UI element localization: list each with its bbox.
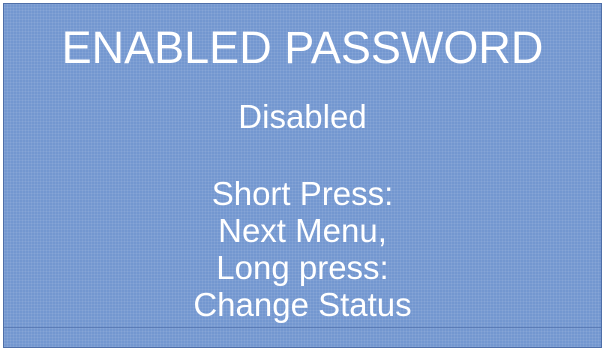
instruction-long-press-action: Change Status: [193, 286, 412, 323]
instruction-short-press-action: Next Menu,: [218, 212, 387, 249]
instruction-short-press-label: Short Press:: [211, 175, 394, 212]
menu-title: ENABLED PASSWORD: [61, 22, 544, 73]
menu-screen: ENABLED PASSWORD Disabled Short Press: N…: [3, 3, 602, 348]
status-value: Disabled: [238, 98, 367, 135]
divider: [4, 327, 601, 328]
button-instructions: Short Press: Next Menu, Long press: Chan…: [4, 175, 601, 323]
instruction-long-press-label: Long press:: [216, 249, 389, 286]
